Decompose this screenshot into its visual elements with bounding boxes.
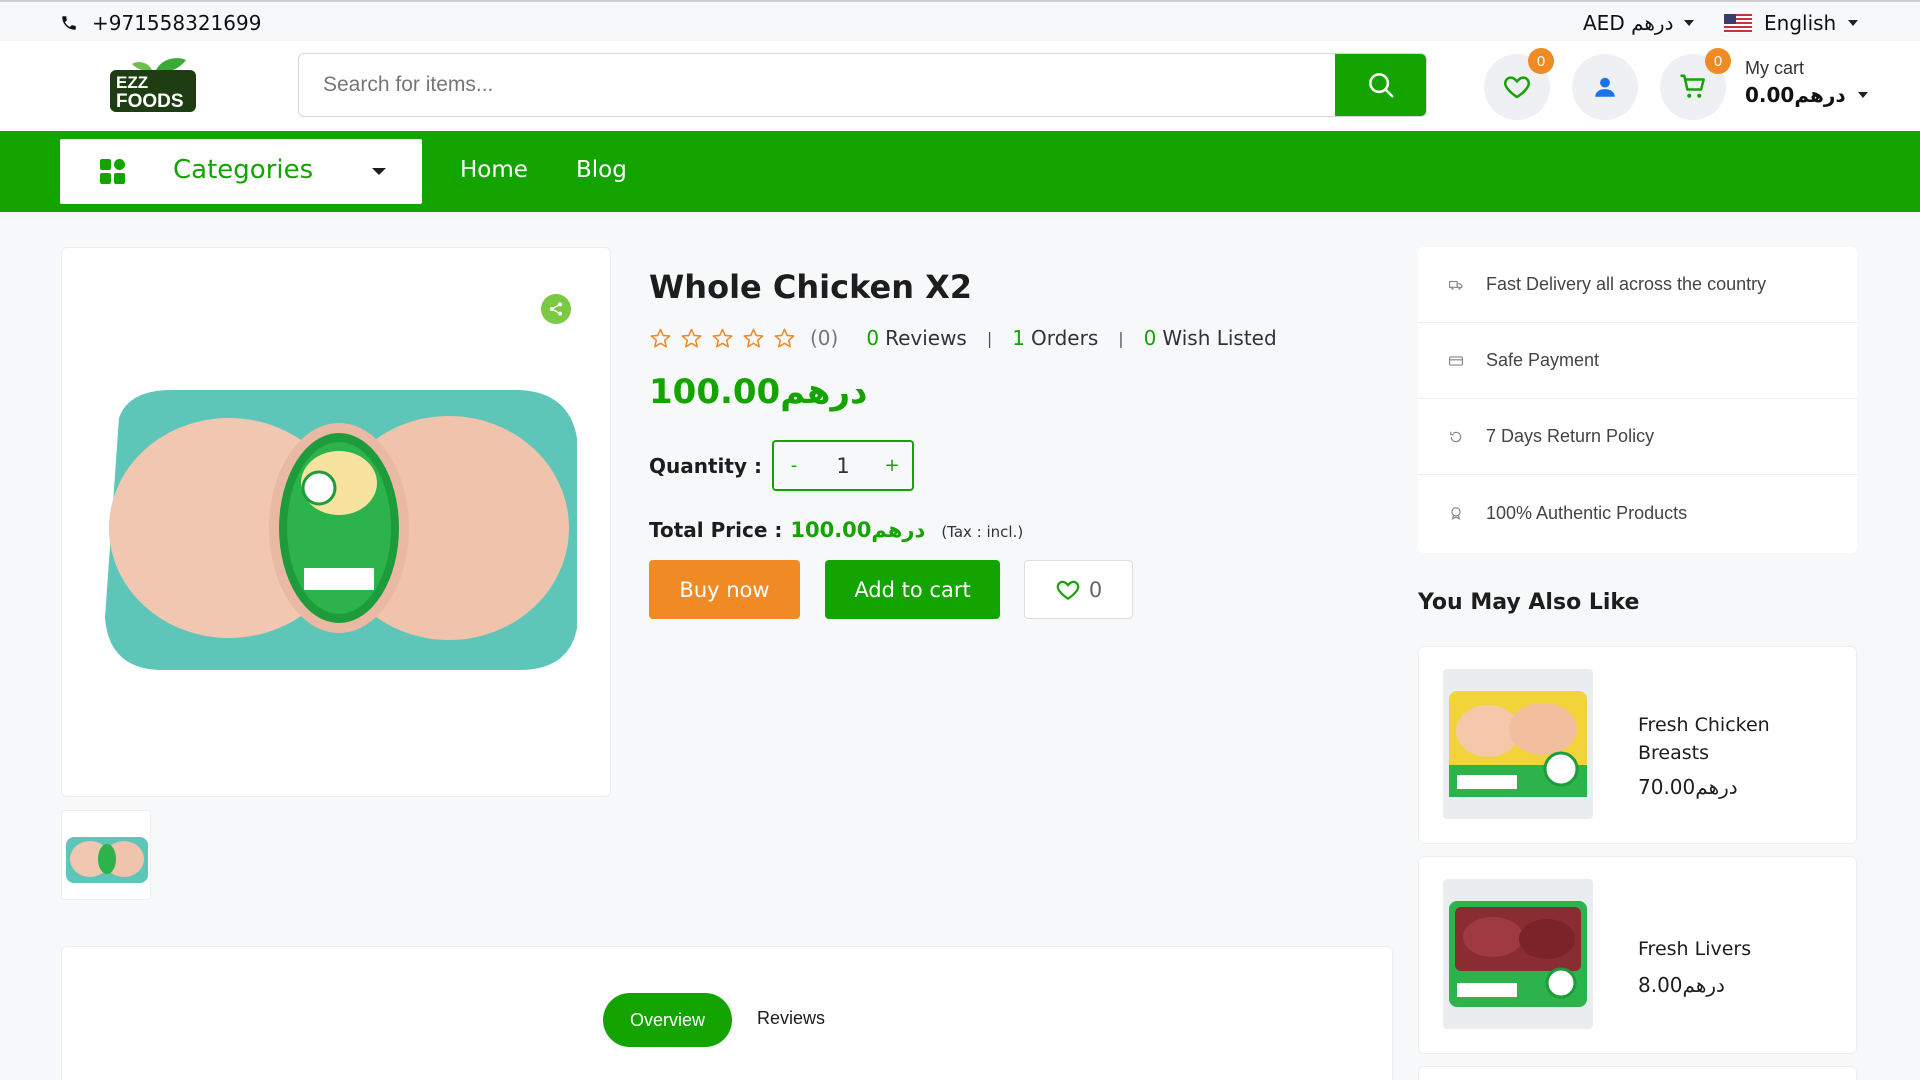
thumbnail-image xyxy=(66,837,148,883)
phone-contact[interactable]: +971558321699 xyxy=(60,11,261,35)
total-price-label: Total Price : xyxy=(649,518,783,542)
return-icon xyxy=(1450,431,1462,442)
main-nav: Categories Home Blog xyxy=(0,131,1920,212)
search-input[interactable] xyxy=(299,54,1335,116)
orders-count: 1 xyxy=(1012,326,1025,350)
star-outline-icon[interactable] xyxy=(773,327,796,350)
buy-now-button[interactable]: Buy now xyxy=(649,560,800,619)
recommendation-card[interactable] xyxy=(1418,1066,1857,1080)
feature-item-payment: Safe Payment xyxy=(1418,323,1857,399)
quantity-label: Quantity : xyxy=(649,454,762,478)
star-outline-icon[interactable] xyxy=(711,327,734,350)
recommendation-card[interactable]: Fresh Livers 8.00درهم xyxy=(1418,856,1857,1054)
features-panel: Fast Delivery all across the country Saf… xyxy=(1418,247,1857,553)
recommendation-image xyxy=(1443,669,1593,819)
cart-icon xyxy=(1680,74,1705,98)
recommendations-title: You May Also Like xyxy=(1418,590,1640,615)
cart-amount: 0.00درهم xyxy=(1745,83,1846,107)
feature-item-authentic: 100% Authentic Products xyxy=(1418,475,1857,551)
wishlist-listed-label: Wish Listed xyxy=(1162,326,1277,350)
heart-icon xyxy=(1504,76,1530,99)
rating-count: (0) xyxy=(810,326,839,350)
user-icon xyxy=(1595,77,1615,97)
star-outline-icon[interactable] xyxy=(680,327,703,350)
chevron-down-icon xyxy=(1848,20,1859,26)
recommendation-name: Fresh Chicken Breasts xyxy=(1638,714,1770,764)
currency-selector[interactable]: AED درهم xyxy=(1583,11,1694,35)
us-flag-icon xyxy=(1724,13,1752,33)
grid-icon xyxy=(100,159,125,184)
product-price: 100.00درهم xyxy=(649,372,868,412)
site-header: EZZ FOODS 0 0 My cart 0.00درهم xyxy=(0,41,1920,131)
quantity-increment-button[interactable]: + xyxy=(872,455,912,476)
my-cart-summary[interactable]: My cart 0.00درهم xyxy=(1745,58,1868,107)
my-cart-label: My cart xyxy=(1745,58,1805,78)
heart-icon xyxy=(1056,580,1080,600)
tab-reviews[interactable]: Reviews xyxy=(757,1008,825,1029)
logo-text-bottom: FOODS xyxy=(116,91,184,112)
feature-text: Fast Delivery all across the country xyxy=(1486,274,1767,294)
divider: | xyxy=(1118,328,1124,348)
share-button[interactable] xyxy=(541,294,571,324)
wishlist-button-count: 0 xyxy=(1088,577,1103,602)
search-button[interactable] xyxy=(1335,54,1426,116)
orders-label: Orders xyxy=(1030,326,1099,350)
feature-text: Safe Payment xyxy=(1486,350,1600,370)
share-icon xyxy=(550,302,562,316)
nav-link-blog[interactable]: Blog xyxy=(576,157,627,183)
recommendation-price: 8.00درهم xyxy=(1638,973,1725,997)
quantity-decrement-button[interactable]: - xyxy=(774,455,814,476)
feature-item-delivery: Fast Delivery all across the country xyxy=(1418,247,1857,323)
total-price-value: 100.00درهم xyxy=(790,518,926,542)
top-bar: +971558321699 AED درهم English xyxy=(0,0,1920,41)
tax-note: (Tax : incl.) xyxy=(941,523,1024,541)
product-rating-row: (0) 0 Reviews | 1 Orders | 0 Wish Listed xyxy=(649,326,1277,350)
total-price-row: Total Price : 100.00درهم (Tax : incl.) xyxy=(649,518,1023,542)
search-icon xyxy=(1368,73,1393,98)
cart-count-badge: 0 xyxy=(1705,48,1731,74)
language-label: English xyxy=(1764,11,1837,35)
recommendation-name: Fresh Livers xyxy=(1638,938,1752,960)
wishlist-count-badge: 0 xyxy=(1528,48,1554,74)
card-icon xyxy=(1449,355,1463,366)
reviews-count: 0 xyxy=(866,326,880,350)
recommendation-price: 70.00درهم xyxy=(1638,775,1738,799)
language-selector[interactable]: English xyxy=(1724,11,1859,35)
badge-icon xyxy=(1451,507,1461,520)
nav-link-home[interactable]: Home xyxy=(460,157,528,183)
chevron-down-icon xyxy=(372,168,386,175)
currency-label: AED درهم xyxy=(1583,11,1674,35)
recommendation-card[interactable]: Fresh Chicken Breasts 70.00درهم xyxy=(1418,646,1857,844)
quantity-input[interactable]: 1 xyxy=(814,454,872,478)
add-to-cart-button[interactable]: Add to cart xyxy=(825,560,1000,619)
reviews-label: Reviews xyxy=(885,326,967,350)
chevron-down-icon xyxy=(1857,92,1868,98)
product-main-image[interactable] xyxy=(99,378,581,678)
add-to-wishlist-button[interactable]: 0 xyxy=(1024,560,1133,619)
feature-text: 7 Days Return Policy xyxy=(1486,426,1655,446)
logo-text-top: EZZ xyxy=(116,73,148,92)
truck-icon xyxy=(1449,280,1463,290)
search-bar xyxy=(298,53,1427,117)
recommendation-image xyxy=(1443,879,1593,1029)
product-thumbnail[interactable] xyxy=(61,810,151,900)
star-outline-icon[interactable] xyxy=(649,327,672,350)
ezz-foods-logo[interactable]: EZZ FOODS xyxy=(108,56,198,114)
categories-label: Categories xyxy=(173,155,314,185)
quantity-stepper: - 1 + xyxy=(772,440,914,491)
star-outline-icon[interactable] xyxy=(742,327,765,350)
chevron-down-icon xyxy=(1683,20,1694,26)
feature-text: 100% Authentic Products xyxy=(1486,502,1688,523)
product-title: Whole Chicken X2 xyxy=(649,268,973,306)
account-button[interactable] xyxy=(1572,54,1638,120)
phone-number: +971558321699 xyxy=(92,11,262,35)
categories-dropdown[interactable]: Categories xyxy=(60,139,422,204)
wishlist-listed-count: 0 xyxy=(1143,326,1157,350)
tab-overview[interactable]: Overview xyxy=(603,993,732,1047)
feature-item-return: 7 Days Return Policy xyxy=(1418,399,1857,475)
product-details-tabs: Overview Reviews xyxy=(61,946,1393,1080)
product-image-card xyxy=(61,247,611,797)
divider: | xyxy=(986,328,993,348)
phone-icon xyxy=(62,16,76,30)
